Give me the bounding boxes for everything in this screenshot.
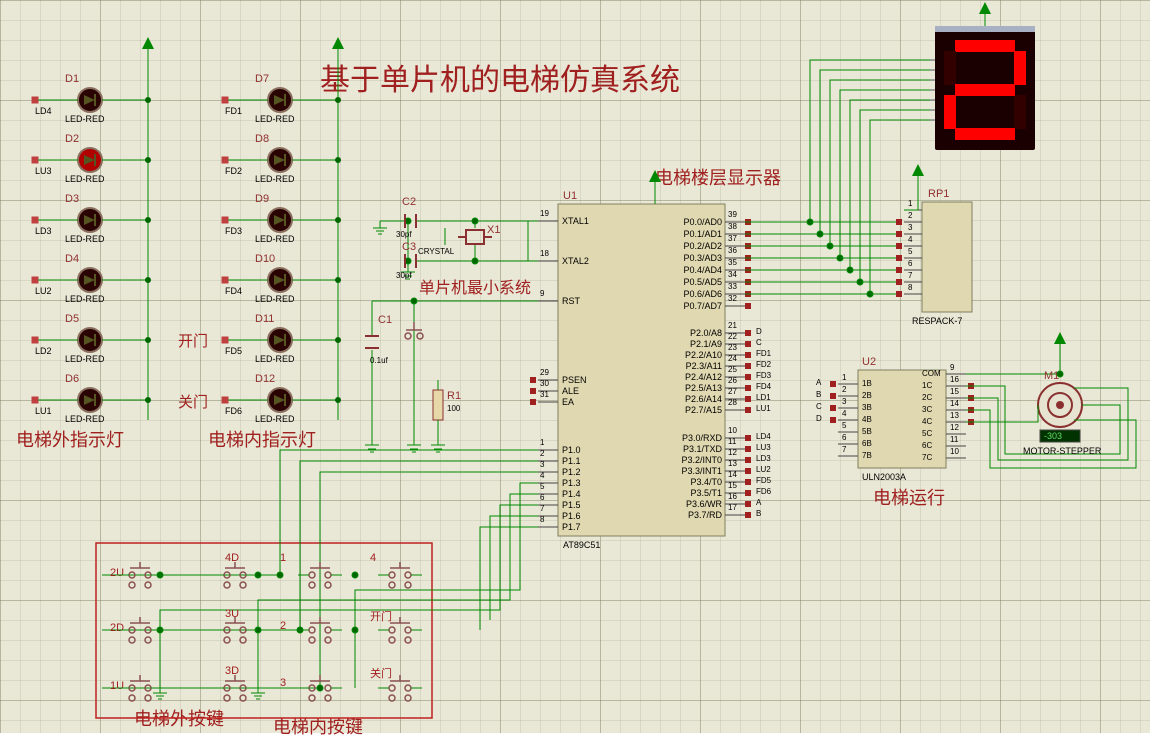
btn-3u: 3U — [225, 608, 239, 620]
x1-ref: X1 — [487, 224, 500, 236]
btn-3d: 3D — [225, 665, 239, 677]
btn-1u: 1U — [110, 680, 124, 692]
u1-val: AT89C51 — [563, 540, 600, 550]
r1-val: 100 — [447, 404, 460, 413]
btn-open: 开门 — [370, 608, 392, 624]
schematic-canvas: 基于单片机的电梯仿真系统 电梯外指示灯 电梯内指示灯 开门 关门 单片机最小系统… — [0, 0, 1150, 733]
btn-1: 1 — [280, 552, 286, 564]
u2-val: ULN2003A — [862, 472, 906, 482]
c3-ref: C3 — [402, 241, 416, 253]
btn-2: 2 — [280, 620, 286, 632]
rp1-val: RESPACK-7 — [912, 316, 962, 326]
m1-val: MOTOR-STEPPER — [1023, 446, 1101, 456]
u1-ref: U1 — [563, 190, 577, 202]
btn-close: 关门 — [370, 665, 392, 681]
btn-4: 4 — [370, 552, 376, 564]
motor-reading: -303 — [1044, 431, 1062, 441]
btn-3: 3 — [280, 677, 286, 689]
c1-ref: C1 — [378, 314, 392, 326]
btn-2u: 2U — [110, 567, 124, 579]
x1-val: CRYSTAL — [418, 247, 454, 256]
c2-val: 30pf — [396, 230, 412, 239]
c3-val: 30pf — [396, 271, 412, 280]
btn-4d: 4D — [225, 552, 239, 564]
c2-ref: C2 — [402, 196, 416, 208]
c1-val: 0.1uf — [370, 356, 388, 365]
r1-ref: R1 — [447, 390, 461, 402]
btn-2d: 2D — [110, 622, 124, 634]
schematic-svg — [0, 0, 1150, 733]
rp1-ref: RP1 — [928, 188, 949, 200]
m1-ref: M1 — [1044, 370, 1059, 382]
u2-ref: U2 — [862, 356, 876, 368]
